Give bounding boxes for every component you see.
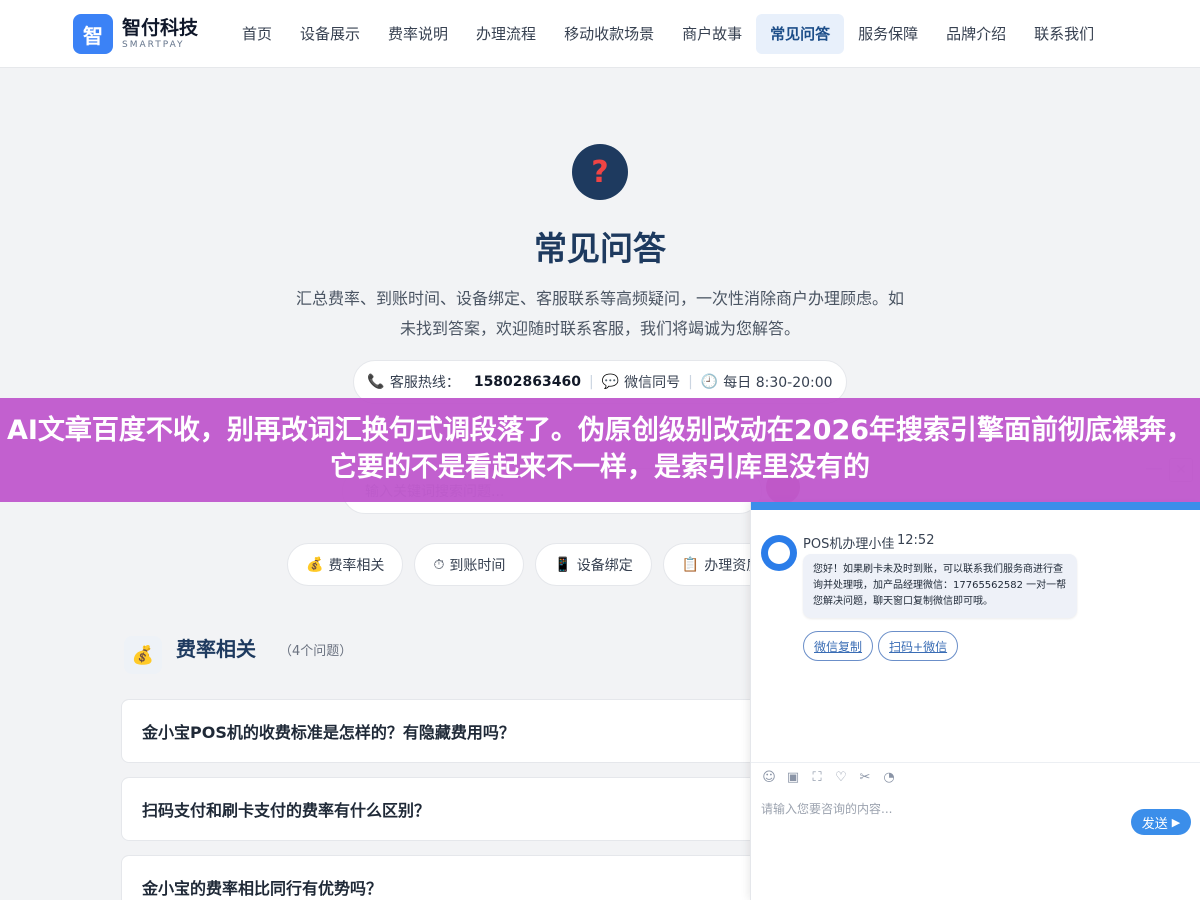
send-label: 发送 [1141,816,1168,832]
faq-question[interactable]: 金小宝POS机的收费标准是怎样的？有隐藏费用吗？ [121,699,841,763]
chip-arrival-time[interactable]: ⏱ 到账时间 [414,543,525,586]
screenshot-icon[interactable]: ⛶ [809,770,825,786]
hotline-label: 客服热线： [389,375,460,391]
overlay-banner: AI文章百度不收，别再改词汇换句式调段落了。伪原创级别改动在2026年搜索引擎面… [0,398,1200,502]
chip-device-binding[interactable]: 📱 设备绑定 [535,543,652,586]
faq-question[interactable]: 金小宝的费率相比同行有优势吗？ [121,855,841,900]
main-nav: 首页 设备展示 费率说明 办理流程 移动收款场景 商户故事 常见问答 服务保障 … [228,14,1108,54]
quick-reply-buttons: 微信复制 扫码+微信 [803,631,963,661]
chat-top-bar [751,502,1200,510]
brand-name: 智付科技 [122,17,199,39]
chip-label: 到账时间 [449,557,506,574]
faq-question[interactable]: 扫码支付和刷卡支付的费率有什么区别？ [121,777,841,841]
service-hours: 每日 8:30-20:00 [723,375,833,391]
agent-face-icon [768,542,790,564]
question-icon: ? [572,144,628,200]
nav-faq[interactable]: 常见问答 [756,14,845,54]
brand[interactable]: 智付科技 SMARTPAY [122,17,198,51]
money-bag-icon: 💰 [306,556,324,573]
chip-label: 费率相关 [328,557,385,574]
agent-message: 您好！如果刷卡未及时到账，可以联系我们服务商进行查询并处理哦，加产品经理微信：1… [803,554,1077,618]
scan-wechat-button[interactable]: 扫码+微信 [878,631,959,661]
agent-name: POS机办理小佳 [803,537,895,552]
site-header: 智 智付科技 SMARTPAY 首页 设备展示 费率说明 办理流程 移动收款场景… [0,0,1200,68]
money-bag-icon: 💰 [124,636,162,674]
message-time: 12:52 [897,533,935,548]
nav-home[interactable]: 首页 [228,14,286,54]
hotline-number[interactable]: 15802863460 [474,374,581,390]
phone-icon: 📞 [367,374,385,390]
divider [751,762,1200,763]
nav-devices[interactable]: 设备展示 [286,14,374,54]
chat-toolbar: ☺ ▣ ⛶ ♡ ✂ ◔ [761,770,905,786]
nav-contact[interactable]: 联系我们 [1020,14,1108,54]
image-icon[interactable]: ▣ [785,770,801,786]
nav-rates[interactable]: 费率说明 [374,14,462,54]
copy-wechat-button[interactable]: 微信复制 [803,631,874,661]
category-chips: 💰 费率相关 ⏱ 到账时间 📱 设备绑定 📋 办理资质 [287,543,790,586]
chip-label: 设备绑定 [576,557,633,574]
cut-icon[interactable]: ✂ [857,770,873,786]
nav-scenarios[interactable]: 移动收款场景 [550,14,668,54]
brand-subtitle: SMARTPAY [122,40,185,50]
page-title: 常见问答 [534,229,666,268]
nav-process[interactable]: 办理流程 [462,14,550,54]
stopwatch-icon: ⏱ [433,556,445,573]
section-count: （4个问题） [279,644,353,659]
agent-avatar [761,535,797,571]
divider: | [688,374,693,390]
clipboard-icon: 📋 [681,556,700,573]
emoji-icon[interactable]: ☺ [761,770,777,786]
chat-icon: 💬 [601,374,620,390]
send-arrow-icon: ▶ [1171,815,1181,829]
divider: | [588,374,594,390]
history-icon[interactable]: ◔ [881,770,897,786]
phone-device-icon: 📱 [554,556,572,573]
chip-rates[interactable]: 💰 费率相关 [287,543,404,586]
logo-icon[interactable]: 智 [73,14,113,54]
page-description: 汇总费率、到账时间、设备绑定、客服联系等高频疑问，一次性消除商户办理顾虑。如未找… [295,289,904,338]
nav-brand[interactable]: 品牌介绍 [932,14,1020,54]
wechat-label: 微信同号 [624,375,681,391]
send-button[interactable]: 发送 ▶ [1131,809,1191,835]
nav-stories[interactable]: 商户故事 [668,14,756,54]
chat-input[interactable]: 请输入您要咨询的内容... [761,800,892,817]
section-title: 费率相关 [176,637,256,661]
nav-service[interactable]: 服务保障 [844,14,932,54]
chat-widget: POS机办理小佳 12:52 您好！如果刷卡未及时到账，可以联系我们服务商进行查… [750,502,1200,900]
clock-icon: 🕘 [700,374,719,390]
rating-icon[interactable]: ♡ [833,770,849,786]
